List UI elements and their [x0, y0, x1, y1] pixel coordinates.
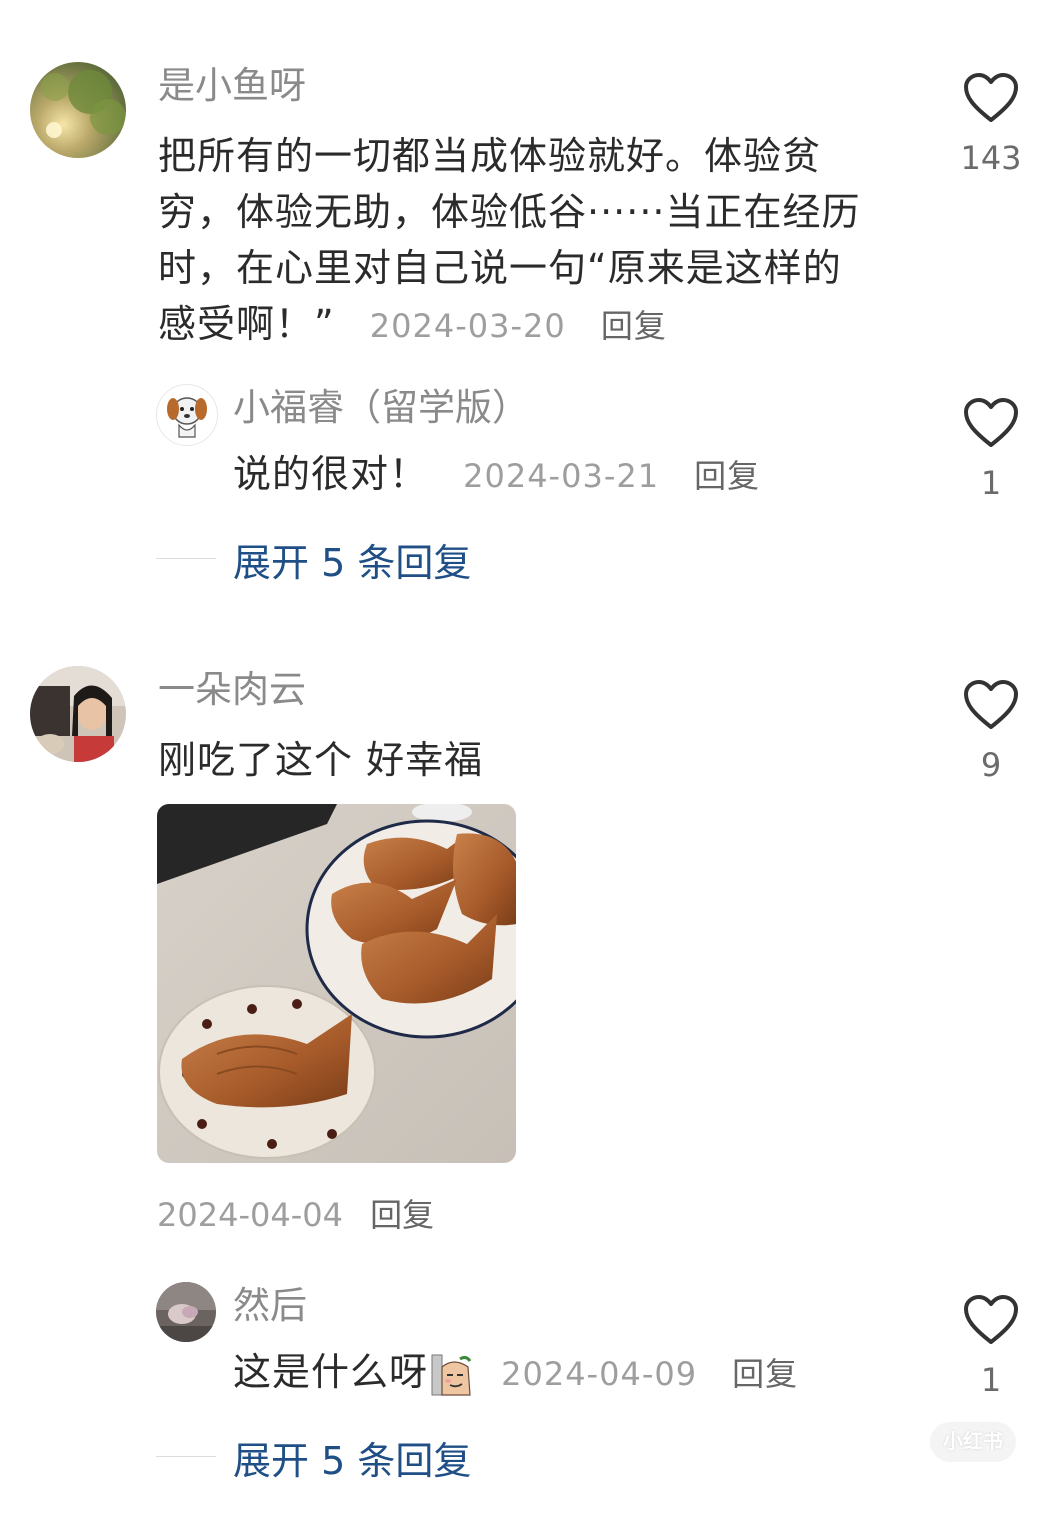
- like-button[interactable]: 9: [951, 679, 1031, 785]
- expand-divider: [156, 558, 216, 559]
- heart-outline-icon: [964, 398, 1018, 447]
- like-count: 1: [980, 464, 1002, 502]
- reply-text-content: 说的很对！: [233, 452, 429, 496]
- reply-button[interactable]: 回复: [370, 1196, 434, 1234]
- comment-text: 刚吃了这个 好幸福: [158, 738, 484, 782]
- heart-outline-icon: [964, 1295, 1018, 1344]
- heart-outline-icon: [964, 73, 1018, 122]
- reply-username[interactable]: 小福睿（留学版）: [233, 386, 529, 430]
- avatar[interactable]: [156, 1282, 216, 1342]
- avatar-image: [157, 385, 217, 445]
- smirk-sticker-icon: [431, 1354, 472, 1396]
- reply-text: 这是什么呀 2024-04-09 回复: [233, 1344, 798, 1402]
- heart-outline-icon: [964, 680, 1018, 729]
- like-button[interactable]: 1: [951, 1294, 1031, 1400]
- like-count: 1: [980, 1361, 1002, 1399]
- like-button[interactable]: 1: [951, 397, 1031, 503]
- comment-text: 把所有的一切都当成体验就好。体验贫穷，体验无助，体验低谷······当正在经历时…: [158, 128, 878, 354]
- reply-username[interactable]: 然后: [233, 1284, 307, 1328]
- like-count: 9: [980, 746, 1002, 784]
- avatar[interactable]: [30, 666, 126, 762]
- watermark: 小红书: [930, 1422, 1016, 1462]
- comment-meta: 2024-04-04 回复: [157, 1190, 434, 1236]
- comment-photo[interactable]: [157, 804, 516, 1163]
- reply-text: 说的很对！ 2024-03-21 回复: [233, 446, 760, 504]
- comment-username[interactable]: 一朵肉云: [158, 668, 306, 712]
- like-button[interactable]: 143: [951, 72, 1031, 178]
- expand-divider: [156, 1456, 216, 1457]
- comment-username[interactable]: 是小鱼呀: [158, 64, 306, 108]
- avatar-image: [156, 1282, 216, 1342]
- taiyaki-photo: [157, 804, 516, 1163]
- avatar-image: [30, 666, 126, 762]
- expand-replies-button[interactable]: 展开 5 条回复: [233, 532, 471, 587]
- expand-replies-button[interactable]: 展开 5 条回复: [233, 1430, 471, 1485]
- avatar[interactable]: [30, 62, 126, 158]
- reply-date: 2024-03-21: [463, 457, 660, 495]
- watermark-text: 小红书: [943, 1431, 1003, 1453]
- reply-text-content: 这是什么呀: [233, 1350, 429, 1394]
- reply-button[interactable]: 回复: [732, 1355, 798, 1393]
- like-count: 143: [960, 139, 1022, 177]
- reply-button[interactable]: 回复: [601, 307, 667, 345]
- comment-date: 2024-04-04: [157, 1196, 343, 1234]
- avatar-image: [30, 62, 126, 158]
- comment-date: 2024-03-20: [369, 307, 566, 345]
- avatar[interactable]: [156, 384, 218, 446]
- reply-date: 2024-04-09: [501, 1355, 698, 1393]
- reply-button[interactable]: 回复: [694, 457, 760, 495]
